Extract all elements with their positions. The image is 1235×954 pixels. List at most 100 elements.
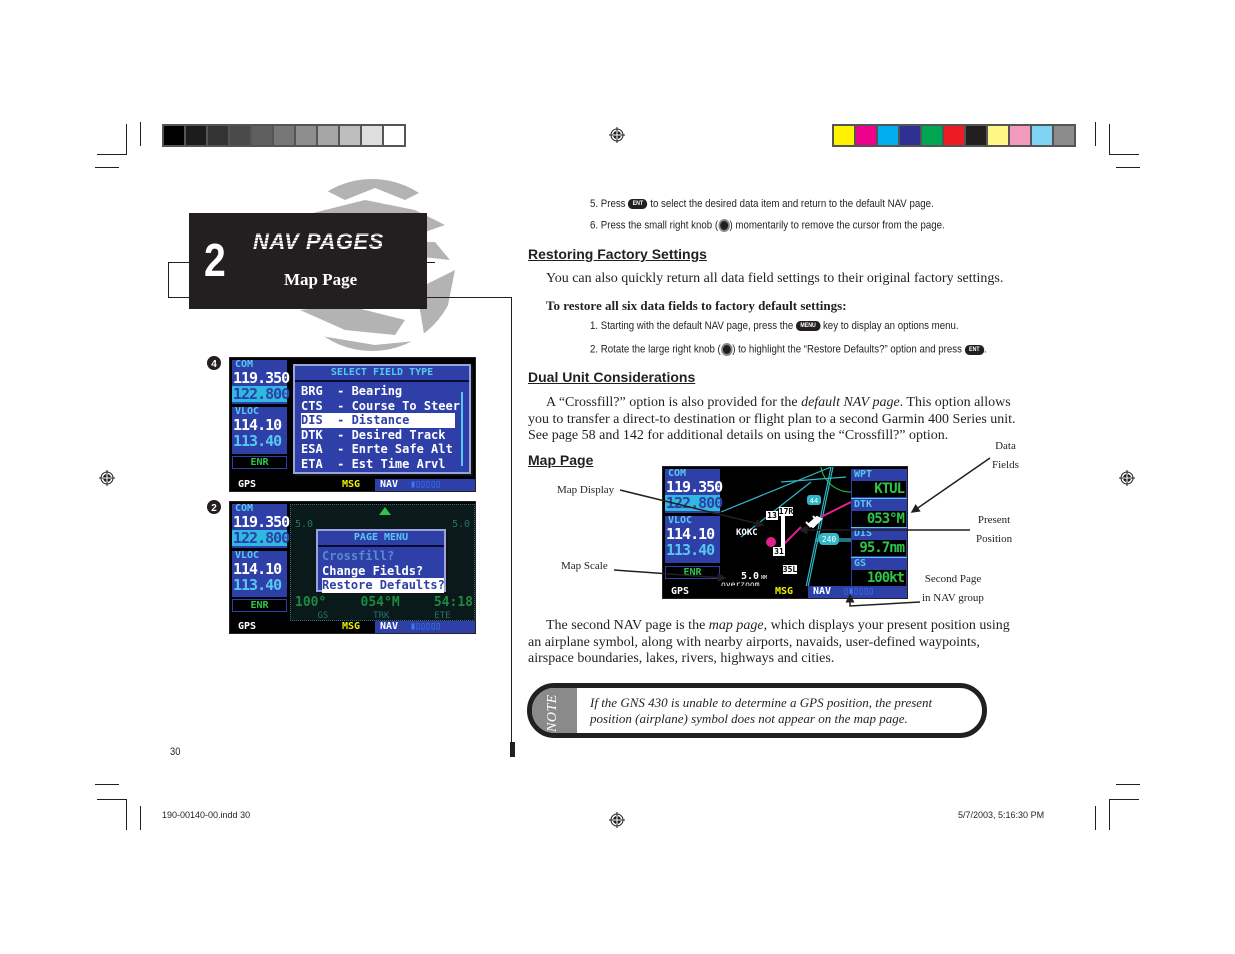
page-menu-option[interactable]: Change Fields?: [322, 564, 444, 579]
color-swatch: [274, 126, 294, 145]
map-display: 44 240 13 17R 31 35L KOKC 5.0 NM overzoo…: [721, 467, 851, 587]
airport-label: KOKC: [736, 528, 758, 538]
cdi-scale-left: 5.0: [295, 519, 314, 530]
data-field[interactable]: DTK 053°M: [851, 499, 907, 528]
field-type-option[interactable]: ETA - Est Time Arvl: [301, 457, 455, 472]
section-heading-dual-unit: Dual Unit Considerations: [528, 369, 696, 385]
com-active-freq: 119.350: [233, 513, 290, 531]
field-type-option[interactable]: DTK - Desired Track: [301, 428, 455, 443]
header-rule: [168, 262, 169, 298]
callout-map-scale: Map Scale: [561, 560, 608, 572]
color-swatch: [340, 126, 360, 145]
popup-scrollbar[interactable]: [461, 392, 463, 466]
svg-text:13: 13: [767, 511, 777, 520]
data-field[interactable]: DIS 95.7nm: [851, 528, 907, 558]
step-4-marker-icon: 4: [207, 356, 221, 370]
registration-mark-icon: [99, 470, 115, 486]
crop-mark: [126, 124, 127, 154]
vloc-standby-freq: 113.40: [233, 576, 282, 594]
com-standby-freq: 122.800: [665, 494, 723, 512]
field-type-option[interactable]: CTS - Course To Steer: [301, 399, 460, 414]
header-rule: [168, 262, 190, 263]
crop-mark: [140, 806, 141, 830]
color-swatch: [252, 126, 272, 145]
status-nav: NAV: [813, 586, 832, 597]
airway-line: [721, 467, 832, 513]
vloc-active-freq: 114.10: [233, 416, 282, 434]
ent-key-icon: ENT: [964, 344, 985, 355]
page-menu-popup: PAGE MENU Crossfill? Change Fields? Restor…: [316, 529, 446, 593]
com-panel: COM 119.350 122.800: [232, 360, 290, 404]
color-swatch: [164, 126, 184, 145]
crop-mark: [1109, 800, 1110, 830]
color-swatch: [878, 126, 898, 145]
nav-field-value: 100°: [295, 595, 327, 610]
column-marker: [510, 742, 515, 757]
crop-mark: [1095, 806, 1096, 830]
crop-mark: [95, 167, 119, 168]
field-type-option[interactable]: DIS - Distance: [301, 413, 455, 428]
ent-key-icon: ENT: [628, 199, 648, 210]
field-type-option[interactable]: ESA - Enrte Safe Alt: [301, 442, 455, 457]
section-heading-map-page: Map Page: [528, 452, 594, 468]
color-swatch: [186, 126, 206, 145]
crop-mark: [97, 799, 127, 800]
crop-mark: [97, 154, 127, 155]
status-bar: GPS MSG NAV ▮▯▯▯▯▯: [230, 479, 475, 491]
arrow-data-fields: [910, 457, 991, 513]
field-type-option[interactable]: BRG - Bearing: [301, 384, 455, 399]
chapter-number: 2: [204, 234, 226, 286]
status-msg: MSG: [342, 479, 361, 490]
select-field-type-popup: SELECT FIELD TYPE BRG - Bearing CTS - Cou…: [293, 364, 471, 474]
vloc-standby-freq: 113.40: [233, 432, 282, 450]
status-nav: NAV: [380, 479, 399, 490]
data-field-label: DIS: [854, 528, 873, 539]
status-gps: GPS: [238, 621, 257, 632]
nav-field-label: ETE: [434, 611, 451, 621]
color-swatch: [230, 126, 250, 145]
restoring-intro: You can also quickly return all data fie…: [546, 271, 1004, 286]
crop-mark: [140, 122, 141, 146]
airspace-boundary: [820, 467, 851, 493]
crop-mark: [1109, 799, 1139, 800]
restore-step-2: 2. Rotate the large right knob () to hig…: [590, 343, 987, 356]
data-fields-panel: WPT KTUL DTK 053°M DIS 95.7nm GS 100kt: [851, 469, 907, 587]
color-swatch: [208, 126, 228, 145]
data-field[interactable]: GS 100kt: [851, 557, 907, 587]
svg-text:17R: 17R: [779, 507, 794, 516]
data-field-value: 95.7nm: [852, 540, 906, 556]
status-msg: MSG: [342, 621, 361, 632]
step-2-marker-icon: 2: [207, 500, 221, 514]
registration-mark-icon: [1119, 470, 1135, 486]
page-indicator: ▯▮▯▯▯▯: [843, 586, 874, 597]
footer-filename: 190-00140-00.indd 30: [162, 810, 251, 820]
color-swatch: [944, 126, 964, 145]
nav-field-label: TRK: [373, 611, 390, 621]
data-field-value: 053°M: [852, 510, 906, 527]
data-field[interactable]: WPT KTUL: [851, 469, 907, 499]
color-swatch: [856, 126, 876, 145]
mode-indicator: ENR: [232, 456, 287, 469]
data-field-label: GS: [854, 557, 867, 569]
procedure-title: To restore all six data fields to factor…: [546, 298, 847, 313]
color-swatch: [1010, 126, 1030, 145]
page-menu-option[interactable]: Crossfill?: [322, 549, 444, 564]
popup-title: PAGE MENU: [318, 531, 444, 547]
crop-mark: [1116, 784, 1140, 785]
note-label: NOTE: [545, 694, 560, 732]
page-indicator: ▮▯▯▯▯▯: [410, 479, 441, 490]
course-arrow-icon: [379, 507, 391, 515]
page-menu-option[interactable]: Restore Defaults?: [322, 578, 445, 593]
callout-present-position: Present Position: [976, 514, 1013, 545]
com-standby-freq: 122.800: [232, 385, 290, 403]
callout-map-display: Map Display: [557, 484, 615, 496]
status-bar: GPS MSG NAV ▮▯▯▯▯▯: [230, 621, 475, 633]
color-swatch: [922, 126, 942, 145]
status-msg: MSG: [775, 586, 794, 597]
com-active-freq: 119.350: [233, 369, 290, 387]
nav-field-value: 54:18: [433, 595, 473, 610]
svg-text:NM: NM: [761, 575, 767, 581]
note-text: If the GNS 430 is unable to determine a …: [590, 695, 933, 726]
step-6: 6. Press the small right knob () momenta…: [590, 219, 945, 232]
header-rule: [511, 297, 512, 757]
